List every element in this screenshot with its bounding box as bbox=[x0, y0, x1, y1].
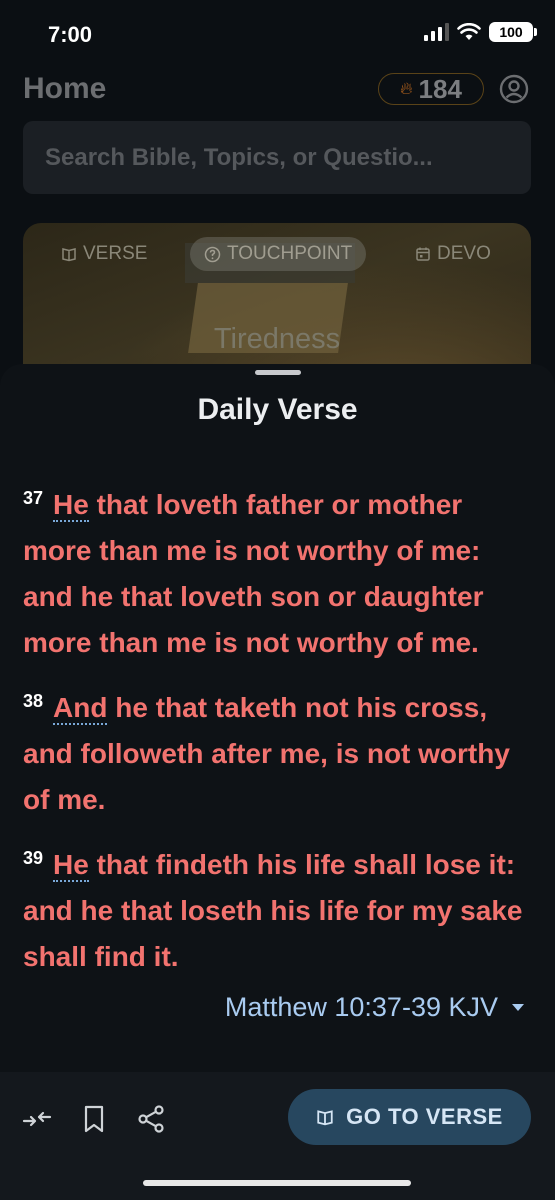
verse-list: 37 He that loveth father or mother more t… bbox=[23, 475, 535, 992]
verse-39[interactable]: 39 He that findeth his life shall lose it… bbox=[23, 835, 535, 980]
question-circle-icon bbox=[204, 246, 221, 262]
tab-label: DEVO bbox=[437, 243, 491, 264]
sheet-drag-handle[interactable] bbox=[255, 370, 301, 375]
streak-badge[interactable]: 🔥︎ 184 bbox=[378, 73, 484, 105]
verse-number: 37 bbox=[23, 488, 44, 508]
page-title: Home bbox=[23, 72, 107, 105]
streak-count: 184 bbox=[418, 73, 462, 104]
search-input[interactable]: Search Bible, Topics, or Questio... bbox=[23, 121, 531, 194]
tab-verse[interactable]: VERSE bbox=[61, 237, 147, 271]
go-to-verse-button[interactable]: GO TO VERSE bbox=[288, 1089, 531, 1145]
tab-devo[interactable]: DEVO bbox=[415, 237, 491, 271]
tab-label: TOUCHPOINT bbox=[227, 243, 353, 264]
verse-text: that findeth his life shall lose it: and… bbox=[23, 849, 523, 972]
verse-first-word[interactable]: He bbox=[53, 849, 89, 882]
collapse-icon[interactable] bbox=[22, 1104, 52, 1134]
verse-37[interactable]: 37 He that loveth father or mother more t… bbox=[23, 475, 535, 666]
verse-number: 38 bbox=[23, 691, 44, 711]
home-indicator bbox=[143, 1180, 411, 1186]
hero-tabs: VERSE TOUCHPOINT DEVO bbox=[23, 237, 531, 273]
tab-touchpoint[interactable]: TOUCHPOINT bbox=[190, 237, 367, 271]
sheet-title: Daily Verse bbox=[197, 393, 358, 426]
tab-label: VERSE bbox=[83, 243, 148, 264]
verse-number: 39 bbox=[23, 848, 44, 868]
flame-icon: 🔥︎ bbox=[400, 79, 413, 98]
bottom-action-bar: GO TO VERSE bbox=[0, 1072, 555, 1200]
verse-first-word[interactable]: And bbox=[53, 692, 108, 725]
calendar-icon bbox=[416, 247, 430, 261]
reference-selector[interactable]: Matthew 10:37-39 KJV bbox=[225, 992, 524, 1023]
verse-first-word[interactable]: He bbox=[53, 489, 89, 522]
book-icon bbox=[317, 1110, 333, 1126]
share-icon[interactable] bbox=[136, 1104, 166, 1134]
verse-text: that loveth father or mother more than m… bbox=[23, 489, 484, 658]
book-icon bbox=[62, 248, 76, 262]
profile-icon[interactable] bbox=[499, 74, 529, 104]
chevron-down-icon bbox=[512, 1004, 524, 1011]
verse-38[interactable]: 38 And he that taketh not his cross, and … bbox=[23, 678, 535, 823]
bookmark-icon[interactable] bbox=[79, 1104, 109, 1134]
hero-topic: Tiredness bbox=[213, 323, 341, 355]
verse-reference: Matthew 10:37-39 KJV bbox=[224, 992, 498, 1022]
go-to-verse-label: GO TO VERSE bbox=[346, 1104, 503, 1129]
